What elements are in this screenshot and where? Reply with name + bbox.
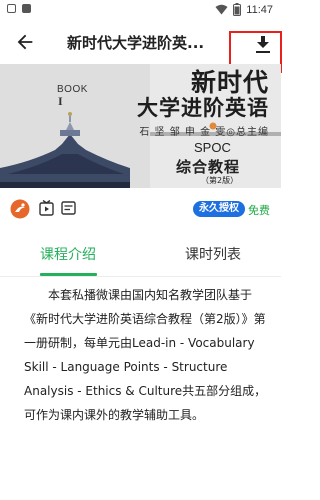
page-title: 新时代大学进阶英... <box>67 34 205 52</box>
document-icon <box>61 201 76 215</box>
license-badge: 永久授权 <box>193 201 245 217</box>
status-right-icons: 11:47 <box>215 3 273 16</box>
cover-title-line2: 大学进阶英语 <box>137 96 269 120</box>
tab-lesson-list[interactable]: 课时列表 <box>185 244 241 264</box>
battery-icon <box>233 3 242 16</box>
wifi-icon <box>215 4 228 15</box>
course-description: 本套私播微课由国内知名教学团队基于《新时代大学进阶英语综合教程（第2版）》第一册… <box>24 288 267 422</box>
app-bar: 新时代大学进阶英... <box>0 20 282 73</box>
tab-course-intro[interactable]: 课程介绍 <box>40 244 96 264</box>
cover-editors: 石 坚 邹 申 金 雯◎总主编 <box>139 127 269 138</box>
notification-icon <box>22 4 31 13</box>
status-left-icons <box>7 4 31 13</box>
video-icon <box>39 200 54 216</box>
course-cover-banner: BOOK I 新时代 大学进阶英语 石 坚 邹 申 金 雯◎总主编 SPOC 综… <box>0 64 281 188</box>
course-tabs: 课程介绍 课时列表 <box>0 230 281 276</box>
status-time: 11:47 <box>246 3 273 16</box>
notification-icon <box>7 4 16 13</box>
cover-spoc: SPOC <box>194 140 231 155</box>
cover-subtitle: 综合教程 <box>176 158 241 176</box>
publisher-logo-icon <box>10 199 30 219</box>
download-icon[interactable] <box>255 36 271 54</box>
status-bar: 11:47 <box>0 0 281 20</box>
tabs-divider <box>0 276 281 277</box>
price-label: 免费 <box>248 204 270 217</box>
book-number: I <box>58 94 63 108</box>
arrow-left-icon[interactable] <box>14 31 36 53</box>
cover-edition: （第2版） <box>201 176 239 185</box>
